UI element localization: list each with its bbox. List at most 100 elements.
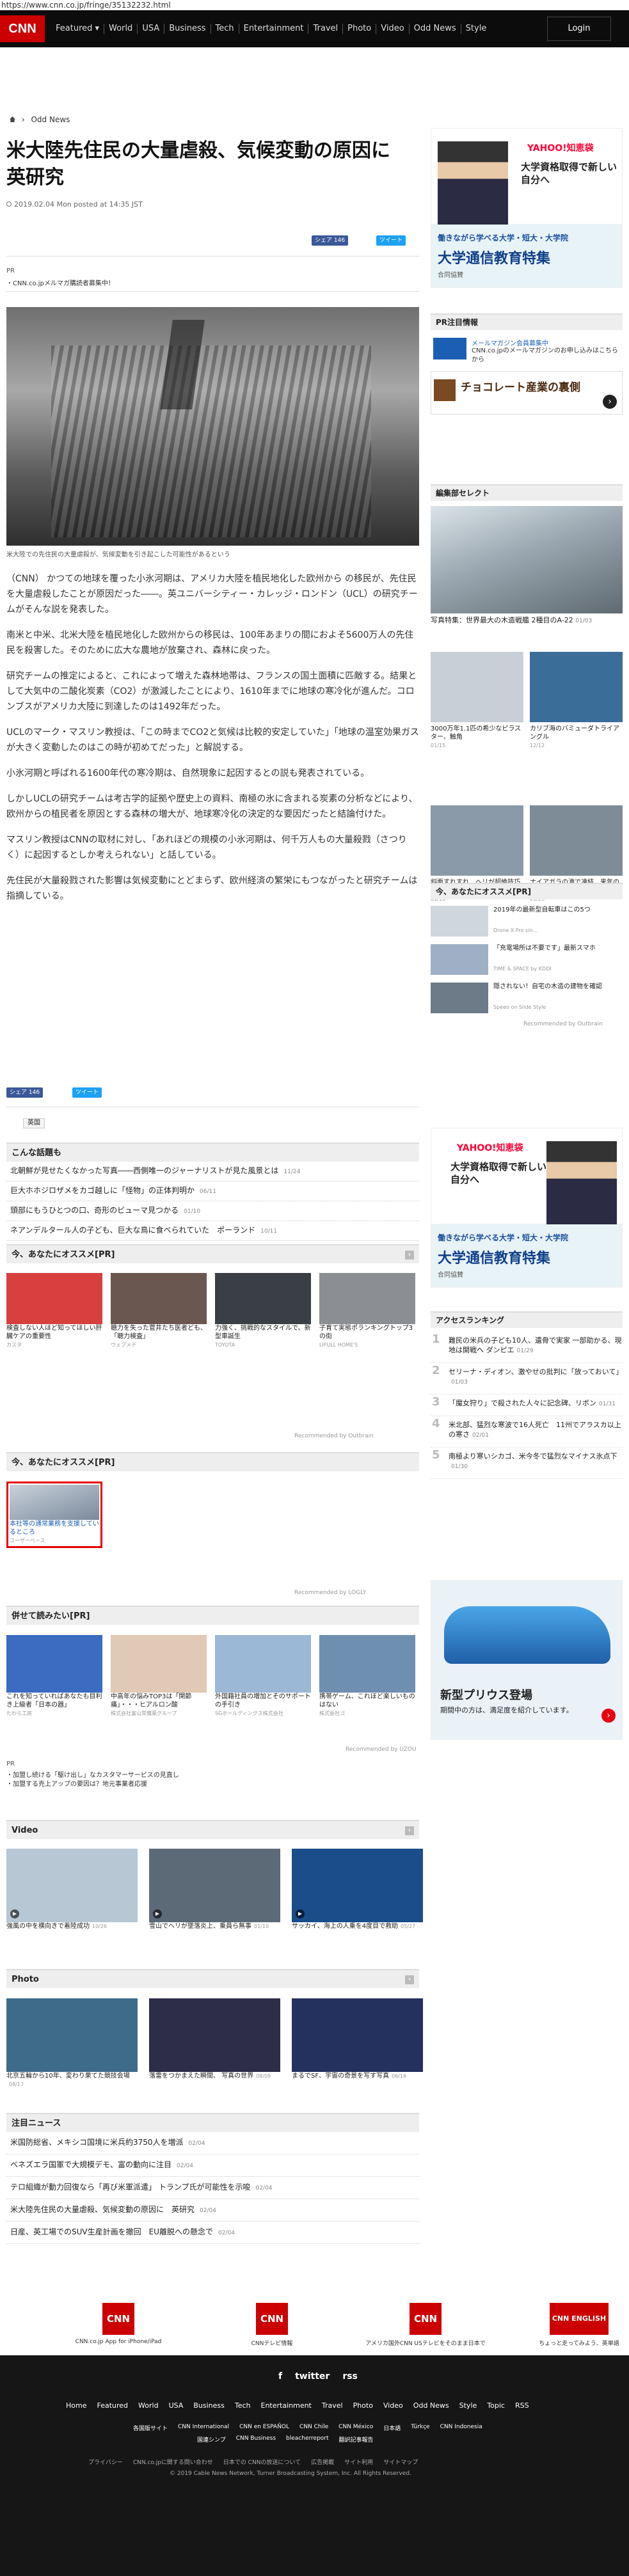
ranking-item[interactable]: 3 「魔女狩り」で殺された人々に記念碑、リボン 01/31 <box>431 1395 623 1416</box>
nav-item[interactable]: Tech <box>211 24 239 34</box>
reco1-card[interactable]: 検査しない人ほど知ってほしい肝臓ケアの重要性 カスタ <box>6 1273 102 1349</box>
breadcrumb-section[interactable]: Odd News <box>31 115 70 124</box>
facebook-share-button[interactable]: シェア 146 <box>312 235 349 246</box>
nav-item[interactable]: Photo <box>343 24 377 34</box>
reco3-card[interactable]: これを知っていればあなたも目利き上級者「日本の器」 たわら工房 <box>6 1635 102 1718</box>
attention-item[interactable]: ベネズエラ国軍で大規模デモ、富の動向に注目 02/04 <box>6 2154 419 2177</box>
footer-legal-item[interactable]: CNN.co.jpに関する問い合わせ <box>128 2458 218 2466</box>
ranking-item[interactable]: 5 南極より寒いシカゴ、米今冬で猛烈なマイナス氷点下 01/30 <box>431 1448 623 1479</box>
cnn-logo[interactable]: CNN <box>0 15 45 42</box>
f-icon[interactable]: f <box>278 2371 282 2382</box>
reco3-card[interactable]: 中高年の悩みTOP3は「関節痛」・・・ヒアルロン酸 株式会社富山常備薬グループ <box>111 1635 207 1718</box>
nav-item[interactable]: Odd News <box>410 24 461 34</box>
video-card[interactable]: ▶ 雪山でヘリが墜落炎上、乗員ら無事 01/10 <box>149 1849 280 1931</box>
footer-app[interactable]: CNN ENGLISH ちょっと走ってみよう、英単語 <box>515 2303 629 2347</box>
footer-nav-item[interactable]: Photo <box>348 2401 378 2410</box>
tweet-button[interactable]: ツイート <box>376 235 406 246</box>
attention-item[interactable]: 米国防総省、メキシコ国境に米兵約3750人を増派 02/04 <box>6 2132 419 2154</box>
footer-legal-item[interactable]: 日本での CNNの放送について <box>218 2458 306 2466</box>
browser-url-bar[interactable]: https://www.cnn.co.jp/fringe/35132232.ht… <box>0 0 629 10</box>
logly-credit[interactable]: Recommended by LOGLY <box>294 1590 366 1596</box>
footer-intl2-item[interactable]: bleacherreport <box>281 2435 334 2444</box>
sidebar-reco-item[interactable]: 隠されない！自宅の木造の建物を確認 Speeo on Slide Style <box>431 983 623 1016</box>
reco3-pr-2[interactable]: ・加盟する売上アップの要因は？地元事業者応援 <box>6 1778 147 1788</box>
ranking-item[interactable]: 4 米北部、猛烈な寒波で16人死亡 11州でアラスカ以上の寒さ 02/01 <box>431 1416 623 1448</box>
footer-legal-item[interactable]: プライバシー <box>83 2458 128 2466</box>
outbrain-credit-side[interactable]: Recommended by Outbrain <box>523 1021 603 1027</box>
editor-item[interactable]: カリブ海のバミューダトライアングル 12/12 <box>530 652 623 750</box>
footer-nav-item[interactable]: USA <box>164 2401 189 2410</box>
footer-intl-item[interactable]: 日本語 <box>378 2424 406 2432</box>
tag-badge[interactable]: 英国 <box>23 1118 45 1128</box>
sidebar-reco-item[interactable]: 2019年の最新型自転車はこの5つ Drone X Pro sin... <box>431 906 623 939</box>
twitter-icon[interactable]: twitter <box>295 2371 330 2382</box>
popular-item[interactable]: 北朝鮮が見せたくなかった写真――西側唯一のジャーナリストが見た風景とは 11/24 <box>6 1162 419 1181</box>
video-card[interactable]: ▶ 強風の中を横向きで着陸成功 10/26 <box>6 1849 138 1931</box>
footer-nav-item[interactable]: Odd News <box>408 2401 454 2410</box>
footer-intl-item[interactable]: CNN Chile <box>294 2424 333 2432</box>
reco2-card[interactable]: 本社等の通常業務を支援しているところ ユーザーベース <box>6 1482 102 1548</box>
outbrain-credit[interactable]: Recommended by Outbrain <box>294 1433 374 1439</box>
photo-card[interactable]: まるでSF、宇宙の奇景を写す写真 06/16 <box>292 1998 423 2080</box>
uzou-credit[interactable]: Recommended by UZOU <box>346 1746 417 1753</box>
photo-card[interactable]: 落雷をつかまえた瞬間、 写真の世界 08/09 <box>149 1998 280 2080</box>
footer-nav-item[interactable]: Video <box>378 2401 408 2410</box>
reco3-card[interactable]: 携帯ゲーム、これほど楽しいものはない 株式会社ゴ <box>319 1635 415 1718</box>
reco1-card[interactable]: 子育て実態ポランキングトップ3の街 LIFULL HOME'S <box>319 1273 415 1349</box>
popular-item[interactable]: 巨大ホホジロザメをカゴ越しに「怪物」の正体判明か 06/11 <box>6 1181 419 1201</box>
reco1-card[interactable]: 力強く、挑戦的なスタイルで、新型車誕生 TOYOTA <box>215 1273 311 1349</box>
pr-link[interactable]: ・CNN.co.jpメルマガ購読者募集中！ <box>6 278 115 287</box>
popular-item[interactable]: ネアンデルタール人の子ども、巨大な鳥に食べられていた ポーランド 10/11 <box>6 1221 419 1241</box>
chevron-right-icon[interactable]: › <box>405 1826 414 1835</box>
footer-legal-item[interactable]: サイト利用 <box>339 2458 378 2466</box>
reco3-card[interactable]: 外国籍社員の増加とそのサポートの手引き SGホールディングス株式会社 <box>215 1635 311 1718</box>
ad-banner-prius[interactable]: 新型プリウス登場 期間中の方は、満足度を紹介しています。 › <box>431 1580 623 1740</box>
footer-legal-item[interactable]: 広告掲載 <box>306 2458 339 2466</box>
attention-item[interactable]: テロ組織が動力回復なら「再び米軍派遣」 トランプ氏が可能性を示唆 02/04 <box>6 2177 419 2199</box>
ad-banner-top[interactable]: YAHOO!知恵袋 大学資格取得で新しい自分へ 働きながら学べる大学・短大・大学… <box>431 128 623 288</box>
footer-nav-item[interactable]: Home <box>61 2401 92 2410</box>
footer-app[interactable]: CNN アメリカ国外CNN USテレビをそのまま日本で <box>362 2303 490 2347</box>
footer-nav-item[interactable]: Business <box>188 2401 230 2410</box>
footer-legal-item[interactable]: サイトマップ <box>378 2458 423 2466</box>
chocolate-banner[interactable]: チョコレート産業の裏側 › <box>431 371 623 415</box>
nav-item[interactable]: Entertainment <box>239 24 309 34</box>
editor-big-image[interactable] <box>431 506 623 613</box>
footer-app[interactable]: CNN CNN.co.jp App for iPhone/iPad <box>54 2303 182 2345</box>
nav-item[interactable]: Business <box>164 24 211 34</box>
footer-nav-item[interactable]: World <box>133 2401 164 2410</box>
footer-nav-item[interactable]: Tech <box>230 2401 256 2410</box>
footer-nav-item[interactable]: Travel <box>317 2401 348 2410</box>
editor-big-text[interactable]: 写真特集：世界最大の木造戦艦 2種目のA-22 01/03 <box>431 616 623 626</box>
ranking-item[interactable]: 2 セリーナ・ディオン、激やせの批判に「放っておいて」 01/03 <box>431 1363 623 1395</box>
video-card[interactable]: ▶ サッカイ、海上の人乗を4度目で救助 05/27 <box>292 1849 423 1931</box>
footer-intl-item[interactable]: 各国版サイト <box>128 2424 173 2432</box>
reco1-card[interactable]: 聴力を失った菅井たち医者ども、「聴力検査」 ウェブメデ <box>111 1273 207 1349</box>
footer-nav-item[interactable]: Featured <box>92 2401 133 2410</box>
footer-intl-item[interactable]: CNN International <box>173 2424 234 2432</box>
reco3-pr-1[interactable]: ・加盟し続ける「駆け出し」なカスタマーサービスの見直し <box>6 1769 179 1779</box>
pr-item-2[interactable]: CNN.co.jpのメールマガジンのお申し込みはこちらから <box>472 347 619 365</box>
footer-nav-item[interactable]: Entertainment <box>256 2401 317 2410</box>
chevron-right-icon[interactable]: › <box>405 1975 414 1984</box>
popular-item[interactable]: 頭部にもうひとつの口、奇形のビューマ見つかる 01/10 <box>6 1201 419 1221</box>
footer-nav-item[interactable]: RSS <box>510 2401 534 2410</box>
nav-item[interactable]: Featured ▾ <box>51 24 105 34</box>
photo-card[interactable]: 北京五輪から10年、変わり果てた競技会場 08/17 <box>6 1998 138 2089</box>
footer-nav-item[interactable]: Topic <box>482 2401 510 2410</box>
ranking-item[interactable]: 1 難民の米兵の子ども10人、遺骨で実家 一部助かる、現地は開戦へ ダンピエ 01/… <box>431 1332 623 1363</box>
footer-app[interactable]: CNN CNNテレビ情報 <box>208 2303 336 2347</box>
attention-item[interactable]: 日産、英工場でのSUV生産計画を撤回 EU離脱への懸念で 02/04 <box>6 2222 419 2244</box>
pr-item-1[interactable]: メールマガジン会員募集中 <box>472 338 548 347</box>
attention-item[interactable]: 米大陸先住民の大量虐殺、気候変動の原因に 英研究 02/04 <box>6 2199 419 2222</box>
rss-icon[interactable]: rss <box>342 2371 358 2382</box>
footer-intl-item[interactable]: Türkçe <box>406 2424 434 2432</box>
nav-item[interactable]: Video <box>376 24 410 34</box>
sidebar-reco-item[interactable]: 「充電場所は不要です」最新スマホ TIME & SPACE by KDDI <box>431 944 623 977</box>
footer-intl-item[interactable]: CNN México <box>333 2424 378 2432</box>
facebook-share-button-bottom[interactable]: シェア 146 <box>6 1087 44 1098</box>
footer-nav-item[interactable]: Style <box>454 2401 482 2410</box>
nav-item[interactable]: World <box>104 24 138 34</box>
footer-intl2-item[interactable]: 翻訳記事報告 <box>334 2435 379 2444</box>
chevron-right-icon[interactable]: › <box>405 1251 414 1260</box>
